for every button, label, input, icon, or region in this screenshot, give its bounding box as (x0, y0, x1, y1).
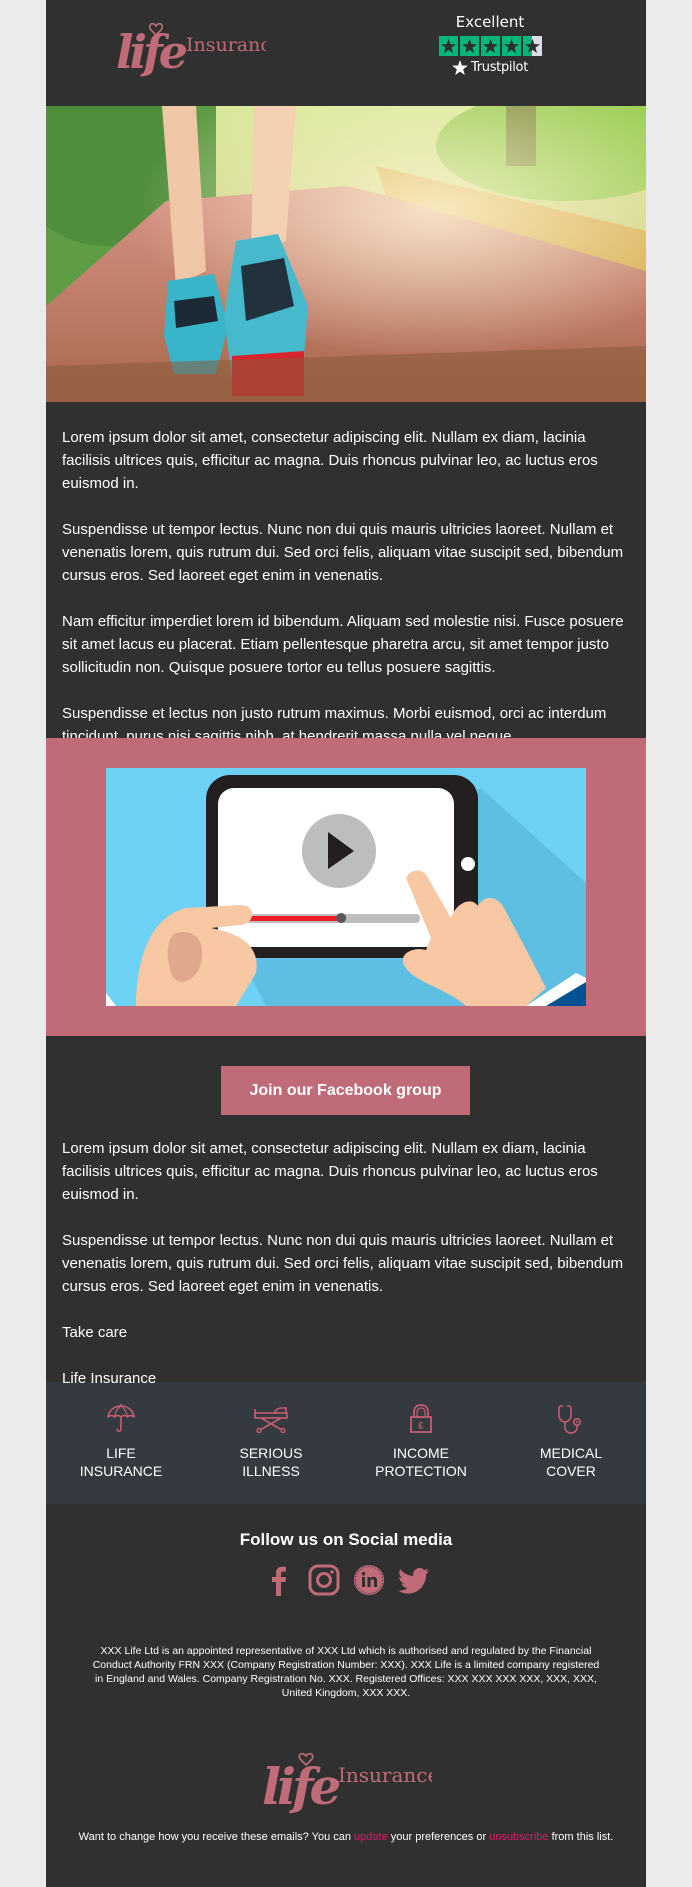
svg-text:life: life (116, 25, 187, 78)
trustpilot-star (459, 36, 479, 56)
prefs-text: Want to change how you receive these ema… (78, 1831, 355, 1843)
service-serious-illness[interactable]: SERIOUS ILLNESS (196, 1382, 346, 1504)
email-preferences-text: Want to change how you receive these ema… (76, 1830, 616, 1844)
video-thumbnail[interactable] (106, 768, 586, 1006)
social-section: Follow us on Social media (46, 1504, 646, 1640)
svg-text:Insurance: Insurance (338, 1763, 432, 1787)
svg-text:£: £ (418, 1421, 423, 1431)
intro-paragraph: Suspendisse ut tempor lectus. Nunc non d… (62, 521, 624, 584)
prefs-text: your preferences or (387, 1831, 490, 1843)
services-row: LIFE INSURANCE SERIOUS ILLNESS £ INCOME … (46, 1382, 646, 1504)
legal-disclaimer: XXX Life Ltd is an appointed representat… (92, 1645, 600, 1699)
trustpilot-stars (430, 36, 550, 56)
tablet-video-illustration (106, 775, 586, 1006)
video-progress-handle[interactable] (336, 913, 347, 923)
trustpilot-widget[interactable]: Excellent Trustpilot (430, 12, 550, 75)
intro-paragraph: Nam efficitur imperdiet lorem id bibendu… (62, 613, 624, 676)
service-medical-cover[interactable]: MEDICAL COVER (496, 1382, 646, 1504)
trustpilot-star (501, 36, 521, 56)
trustpilot-star-icon (452, 60, 468, 75)
service-label: MEDICAL COVER (539, 1445, 603, 1479)
svg-text:Insurance: Insurance (186, 34, 266, 56)
trustpilot-rating-label: Excellent (455, 13, 525, 31)
join-facebook-group-button[interactable]: Join our Facebook group (221, 1066, 470, 1115)
social-icons (46, 1564, 646, 1596)
footer-brand-logo[interactable]: life Insurance (262, 1750, 432, 1814)
trustpilot-star (438, 36, 458, 56)
email-header: life Insurance Excellent Trustpilot (46, 0, 646, 106)
service-label: INCOME PROTECTION (375, 1445, 467, 1479)
twitter-icon (397, 1568, 429, 1594)
video-section (46, 738, 646, 1036)
cta-area: Join our Facebook group (46, 1036, 646, 1135)
service-label: SERIOUS ILLNESS (239, 1445, 303, 1479)
facebook-link[interactable] (263, 1564, 295, 1596)
hospital-bed-icon (254, 1407, 288, 1434)
facebook-icon (271, 1566, 286, 1596)
svg-text:life: life (262, 1757, 339, 1814)
umbrella-icon (107, 1404, 135, 1433)
closing-paragraph: Lorem ipsum dolor sit amet, consectetur … (62, 1140, 598, 1203)
trustpilot-brand: Trustpilot (430, 60, 550, 75)
life-script-logo-icon: life Insurance (116, 22, 266, 78)
signoff-greeting: Take care (62, 1324, 128, 1341)
life-script-logo-icon: life Insurance (262, 1752, 432, 1814)
twitter-link[interactable] (397, 1564, 430, 1596)
social-title: Follow us on Social media (239, 1530, 453, 1549)
closing-paragraph: Suspendisse ut tempor lectus. Nunc non d… (62, 1232, 624, 1295)
stethoscope-icon (558, 1405, 581, 1434)
brand-logo[interactable]: life Insurance (116, 20, 266, 78)
instagram-icon (308, 1564, 339, 1596)
service-label: LIFE INSURANCE (79, 1445, 163, 1479)
intro-copy: Lorem ipsum dolor sit amet, consectetur … (46, 402, 646, 745)
email-container: life Insurance Excellent Trustpilot (46, 0, 646, 1887)
closing-copy: Lorem ipsum dolor sit amet, consectetur … (46, 1135, 646, 1387)
prefs-text: from this list. (548, 1831, 614, 1843)
hero-image (46, 106, 646, 402)
intro-paragraph: Lorem ipsum dolor sit amet, consectetur … (62, 429, 598, 492)
padlock-pound-icon: £ (410, 1404, 432, 1433)
trustpilot-star (522, 36, 542, 56)
service-income-protection[interactable]: £ INCOME PROTECTION (346, 1382, 496, 1504)
trustpilot-star (480, 36, 500, 56)
update-preferences-link[interactable]: update (354, 1831, 388, 1843)
trustpilot-brand-name: Trustpilot (470, 60, 528, 75)
instagram-link[interactable] (308, 1564, 340, 1596)
running-shoes-photo (46, 106, 646, 402)
linkedin-icon (353, 1565, 384, 1595)
unsubscribe-link[interactable]: unsubscribe (489, 1831, 548, 1843)
linkedin-link[interactable] (353, 1564, 385, 1596)
service-life-insurance[interactable]: LIFE INSURANCE (46, 1382, 196, 1504)
